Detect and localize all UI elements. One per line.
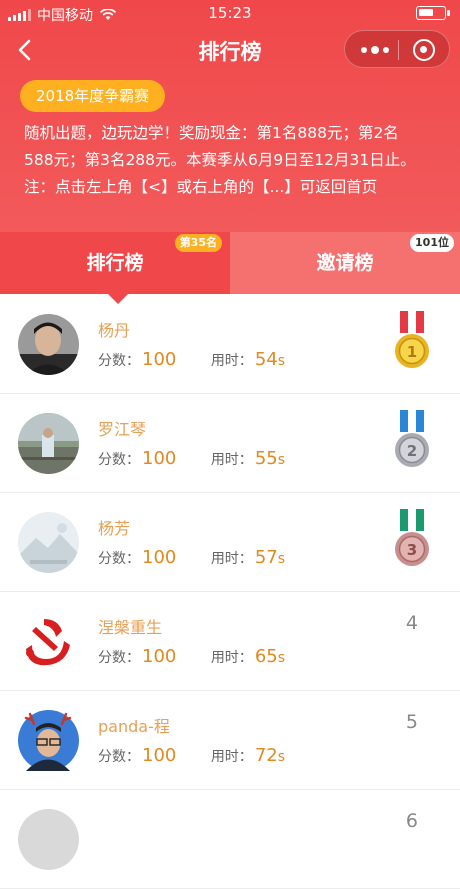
time-label: 用时： <box>210 551 253 567</box>
score-value: 100 <box>142 547 177 568</box>
invite-count-badge: 101位 <box>410 234 454 252</box>
time-unit: s <box>277 452 286 468</box>
rank-number: 4 <box>405 612 418 634</box>
bronze-medal-icon: 3 <box>395 509 429 566</box>
tab-label: 邀请榜 <box>316 252 374 274</box>
time-unit: s <box>277 749 286 765</box>
leaderboard-row[interactable]: 涅槃重生 分数： 100 用时： 65s 4 <box>0 592 460 691</box>
player-stats: 分数： 100 用时： 57s <box>98 547 285 568</box>
avatar <box>18 710 79 771</box>
time-value: 54 <box>254 349 278 370</box>
medal-rank: 3 <box>407 541 417 559</box>
time-label: 用时： <box>210 749 253 765</box>
medal-rank: 2 <box>407 442 417 460</box>
tab-leaderboard[interactable]: 排行榜 第35名 <box>0 232 230 294</box>
score-label: 分数： <box>98 452 140 468</box>
time-unit: s <box>277 353 286 369</box>
score-value: 100 <box>142 745 177 766</box>
avatar <box>18 512 79 573</box>
score-value: 100 <box>142 349 177 370</box>
score-value: 100 <box>142 448 177 469</box>
tab-label: 排行榜 <box>86 252 144 274</box>
capsule-divider <box>398 40 399 60</box>
time-label: 用时： <box>210 650 253 666</box>
player-name: 涅槃重生 <box>98 618 163 637</box>
contest-title-badge: 2018年度争霸赛 <box>20 80 166 112</box>
time-label: 用时： <box>210 353 253 369</box>
rank-number: 6 <box>405 810 418 832</box>
player-stats: 分数： 100 用时： 55s <box>98 448 285 469</box>
leaderboard-row[interactable]: 杨丹 分数： 100 用时： 54s 1 <box>0 295 460 394</box>
player-name: 杨丹 <box>98 321 131 340</box>
silver-medal-icon: 2 <box>395 410 429 467</box>
gold-medal-icon: 1 <box>395 311 429 368</box>
close-circle-icon[interactable] <box>413 39 435 61</box>
leaderboard-row[interactable]: panda-程 分数： 100 用时： 72s 5 <box>0 691 460 790</box>
player-name: 杨芳 <box>98 519 131 538</box>
medal-rank: 1 <box>407 343 417 361</box>
mini-program-capsule <box>344 30 450 68</box>
leaderboard-row[interactable]: 罗江琴 分数： 100 用时： 55s 2 <box>0 394 460 493</box>
status-bar: 中国移动 15:23 <box>0 0 460 26</box>
contest-intro: 随机出题，边玩边学！奖励现金：第1名888元；第2名 588元；第3名288元。… <box>24 120 444 201</box>
time-value: 55 <box>254 448 278 469</box>
intro-line: 注：点击左上角【<】或右上角的【...】可返回首页 <box>24 178 378 196</box>
avatar <box>18 611 79 672</box>
score-label: 分数： <box>98 551 140 567</box>
intro-line: 588元；第3名288元。本赛季从6月9日至12月31日止。 <box>24 151 416 169</box>
score-label: 分数： <box>98 353 140 369</box>
rank-number: 5 <box>405 711 418 733</box>
avatar <box>18 413 79 474</box>
score-value: 100 <box>142 646 177 667</box>
player-name: 罗江琴 <box>98 420 147 439</box>
player-stats: 分数： 100 用时： 65s <box>98 646 285 667</box>
more-icon[interactable] <box>361 31 389 69</box>
leaderboard-list: 杨丹 分数：100 用时：54s 1 罗江琴 分数：100 用时：55s <box>0 295 460 889</box>
tab-bar: 排行榜 第35名 邀请榜 101位 <box>0 232 460 294</box>
player-name: panda-程 <box>98 717 170 736</box>
time-value: 72 <box>254 745 278 766</box>
tab-invite[interactable]: 邀请榜 101位 <box>230 232 460 294</box>
player-stats: 分数： 100 用时： 72s <box>98 745 285 766</box>
nav-bar: 排行榜 <box>0 26 460 74</box>
time-value: 57 <box>254 547 278 568</box>
score-label: 分数： <box>98 650 140 666</box>
time-value: 65 <box>254 646 278 667</box>
leaderboard-row[interactable]: 杨芳 分数： 100 用时： 57s 3 <box>0 493 460 592</box>
time-unit: s <box>277 551 286 567</box>
leaderboard-row[interactable]: 6 <box>0 790 460 889</box>
time-unit: s <box>277 650 286 666</box>
header: 中国移动 15:23 排行榜 2018年度争霸赛 随机出题，边玩边学！奖励现金：… <box>0 0 460 232</box>
my-rank-badge: 第35名 <box>174 234 222 252</box>
score-label: 分数： <box>98 749 140 765</box>
battery-icon <box>416 6 450 20</box>
avatar <box>18 809 79 870</box>
player-stats: 分数： 100 用时： 54s <box>98 349 285 370</box>
status-time: 15:23 <box>208 4 252 22</box>
avatar <box>18 314 79 375</box>
intro-line: 随机出题，边玩边学！奖励现金：第1名888元；第2名 <box>24 124 399 142</box>
time-label: 用时： <box>210 452 253 468</box>
